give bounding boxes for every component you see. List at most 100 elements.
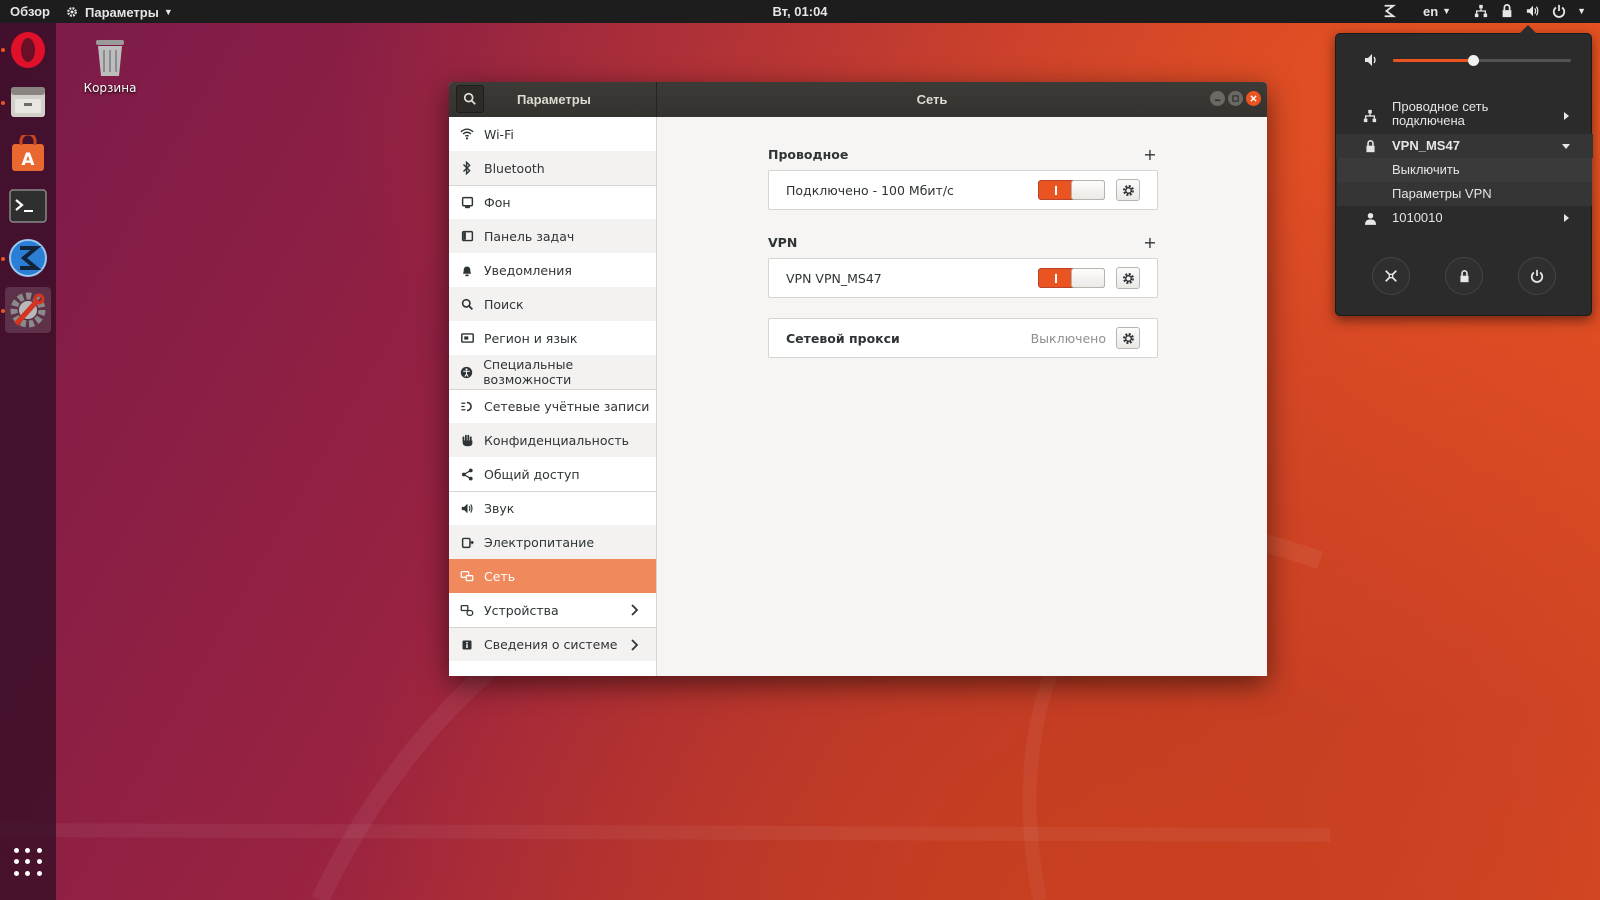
maximize-button[interactable] — [1228, 91, 1243, 106]
vpn-connection-row: VPN VPN_MS47 — [768, 258, 1158, 298]
minimize-button[interactable] — [1210, 91, 1225, 106]
chevron-right-icon — [1564, 112, 1569, 120]
search-icon — [459, 296, 475, 312]
add-wired-button[interactable]: + — [1142, 145, 1158, 164]
sidebar-item-label: Сведения о системе — [484, 637, 618, 652]
wired-section-header: Проводное + — [768, 145, 1158, 164]
add-vpn-button[interactable]: + — [1142, 233, 1158, 252]
proxy-row[interactable]: Сетевой прокси Выключено — [768, 318, 1158, 358]
vpn-disable-item[interactable]: Выключить — [1337, 158, 1592, 182]
zoom-app-icon[interactable] — [1381, 3, 1397, 19]
window-titlebar[interactable]: Параметры Сеть — [449, 82, 1267, 117]
lock-screen-button[interactable] — [1445, 257, 1483, 295]
settings-app-icon[interactable] — [5, 287, 51, 333]
sidebar-item-devices[interactable]: Устройства — [449, 593, 656, 627]
sidebar-item-label: Специальные возможности — [483, 357, 574, 387]
top-bar: Обзор Параметры ▼ Вт, 01:04 en ▼ ▼ — [0, 0, 1600, 23]
show-applications-button[interactable] — [14, 848, 42, 876]
gear-icon — [1122, 272, 1134, 284]
user-item[interactable]: 1010010 — [1336, 206, 1593, 230]
sidebar-item-sound[interactable]: Звук — [449, 491, 656, 525]
app-menu-label: Параметры — [85, 4, 159, 20]
dock: A — [0, 23, 56, 900]
trash-label: Корзина — [83, 81, 137, 95]
sidebar-item-sharing[interactable]: Общий доступ — [449, 457, 656, 491]
wired-toggle[interactable] — [1038, 180, 1105, 200]
sidebar-item-label: Bluetooth — [484, 160, 545, 176]
volume-row — [1336, 48, 1593, 72]
settings-sidebar: Wi-Fi Bluetooth Фон Панель задач Уведомл… — [449, 117, 657, 676]
clock[interactable]: Вт, 01:04 — [772, 4, 827, 19]
sidebar-item-label: Сеть — [484, 568, 516, 584]
chevron-down-icon: ▼ — [163, 7, 173, 17]
sidebar-item-region[interactable]: Регион и язык — [449, 321, 656, 355]
power-icon[interactable] — [1551, 3, 1567, 19]
sidebar-item-search[interactable]: Поиск — [449, 287, 656, 321]
sidebar-title: Параметры — [517, 92, 591, 107]
keyboard-layout-indicator[interactable]: en ▼ — [1423, 4, 1451, 19]
sidebar-item-wifi[interactable]: Wi-Fi — [449, 117, 656, 151]
network-panel: Проводное + Подключено - 100 Мбит/с VPN … — [658, 117, 1267, 676]
sidebar-item-notifications[interactable]: Уведомления — [449, 253, 656, 287]
search-icon — [463, 92, 476, 105]
sidebar-item-label: Регион и язык — [484, 330, 578, 346]
settings-gear-icon — [64, 4, 80, 20]
search-button[interactable] — [456, 85, 484, 113]
system-menu-buttons — [1336, 257, 1593, 297]
vpn-client-icon[interactable] — [5, 235, 51, 281]
files-app-icon[interactable] — [5, 79, 51, 125]
volume-icon[interactable] — [1525, 3, 1541, 19]
vpn-item-label: VPN_MS47 — [1392, 138, 1460, 153]
software-center-icon[interactable]: A — [5, 131, 51, 177]
vpn-toggle[interactable] — [1038, 268, 1105, 288]
terminal-app-icon[interactable] — [5, 183, 51, 229]
sidebar-item-label: Электропитание — [484, 534, 595, 550]
svg-text:A: A — [21, 150, 35, 170]
vpn-settings-button[interactable] — [1116, 267, 1140, 289]
trash-desktop-item[interactable]: Корзина — [80, 36, 140, 95]
wired-connection-row: Подключено - 100 Мбит/с — [768, 170, 1158, 210]
vpn-section-header: VPN + — [768, 233, 1158, 252]
network-icon — [1362, 108, 1378, 124]
sidebar-item-details[interactable]: Сведения о системе — [449, 627, 656, 661]
sidebar-item-network[interactable]: Сеть — [449, 559, 656, 593]
close-button[interactable] — [1246, 91, 1261, 106]
chevron-down-icon[interactable]: ▼ — [1577, 6, 1586, 16]
proxy-label: Сетевой прокси — [786, 330, 900, 346]
volume-slider[interactable] — [1393, 55, 1571, 66]
user-icon — [1362, 210, 1378, 226]
settings-button[interactable] — [1372, 257, 1410, 295]
vpn-name: VPN VPN_MS47 — [786, 270, 882, 286]
vpn-item[interactable]: VPN_MS47 — [1336, 134, 1593, 158]
vpn-lock-icon[interactable] — [1499, 3, 1515, 19]
sidebar-item-accessibility[interactable]: Специальные возможности — [449, 355, 656, 389]
lock-icon — [1362, 138, 1378, 154]
app-menu[interactable]: Параметры ▼ — [64, 4, 173, 20]
network-icon[interactable] — [1473, 3, 1489, 19]
sidebar-item-power[interactable]: Электропитание — [449, 525, 656, 559]
sidebar-item-privacy[interactable]: Конфиденциальность — [449, 423, 656, 457]
sidebar-item-background[interactable]: Фон — [449, 185, 656, 219]
wired-settings-button[interactable] — [1116, 179, 1140, 201]
volume-slider-handle[interactable] — [1468, 55, 1480, 66]
sidebar-header: Параметры — [449, 82, 657, 117]
hand-icon — [459, 432, 475, 448]
sidebar-item-bluetooth[interactable]: Bluetooth — [449, 151, 656, 185]
online-accounts-icon — [459, 399, 475, 415]
sidebar-item-dock[interactable]: Панель задач — [449, 219, 656, 253]
activities-button[interactable]: Обзор — [10, 4, 50, 19]
proxy-settings-button[interactable] — [1116, 327, 1140, 349]
sidebar-item-label: Устройства — [484, 602, 559, 618]
volume-icon — [1365, 54, 1376, 66]
flag-icon — [459, 330, 475, 346]
trash-icon — [96, 40, 124, 76]
power-off-button[interactable] — [1518, 257, 1556, 295]
wired-network-item[interactable]: Проводное сеть подключена — [1336, 98, 1593, 134]
opera-browser-icon[interactable] — [5, 27, 51, 73]
sidebar-item-label: Звук — [484, 501, 515, 516]
devices-icon — [459, 602, 475, 618]
vpn-settings-item[interactable]: Параметры VPN — [1337, 182, 1592, 206]
power-icon — [459, 534, 475, 550]
sidebar-item-online-accounts[interactable]: Сетевые учётные записи — [449, 389, 656, 423]
sidebar-item-label: Уведомления — [484, 262, 572, 278]
